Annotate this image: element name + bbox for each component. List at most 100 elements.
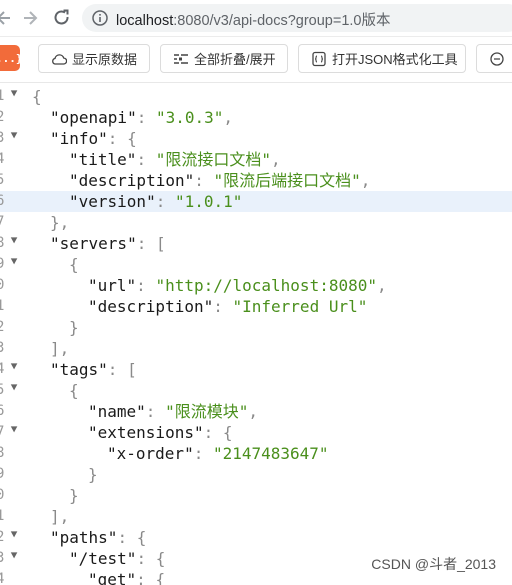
fold-toggle-icon[interactable]: ▼: [11, 529, 18, 540]
fold-toggle-icon[interactable]: ▼: [11, 550, 18, 561]
fold-toggle-icon[interactable]: ▼: [11, 256, 18, 267]
line-number: 2: [0, 319, 5, 335]
address-bar[interactable]: localhost:8080/v3/api-docs?group=1.0版本: [82, 4, 512, 32]
json-string: "限流模块": [165, 402, 249, 421]
line-number: 3: [0, 130, 5, 146]
json-string: "限流接口文档": [155, 150, 271, 169]
fold-toggle-icon[interactable]: ▼: [11, 235, 18, 246]
json-key: "x-order": [107, 444, 194, 463]
site-info-icon[interactable]: [92, 10, 108, 26]
line-number: 4: [0, 151, 5, 167]
json-key: "name": [88, 402, 146, 421]
line-number: 0: [0, 277, 5, 293]
line-number: 8: [0, 235, 5, 251]
json-key: "openapi": [50, 108, 137, 127]
code-line: 1 ▼ {: [0, 86, 512, 107]
code-line: 0 }: [0, 485, 512, 506]
json-string: "Inferred Url": [232, 297, 368, 316]
code-line: 8 ▼ "servers": [: [0, 233, 512, 254]
line-number: 1: [0, 298, 5, 314]
line-number: 6: [0, 403, 5, 419]
code-line: 3 ],: [0, 338, 512, 359]
code-line: 7 ▼ "extensions": {: [0, 422, 512, 443]
tool-icon: [490, 51, 504, 66]
toggle-all-button[interactable]: 全部折叠/展开: [160, 44, 288, 73]
open-formatter-button[interactable]: 打开JSON格式化工具: [298, 44, 466, 73]
json-key: "paths": [50, 528, 118, 547]
json-string: "限流后端接口文档": [213, 171, 361, 190]
code-line: 9 }: [0, 464, 512, 485]
json-key: "title": [69, 150, 137, 169]
line-number: 7: [0, 214, 5, 230]
fold-toggle-icon[interactable]: ▼: [11, 382, 18, 393]
fold-toggle-icon[interactable]: ▼: [11, 130, 18, 141]
json-key: "/test": [69, 549, 137, 568]
code-line: 1 "description": "Inferred Url": [0, 296, 512, 317]
cloud-icon: [52, 53, 67, 65]
json-key: "url": [88, 276, 137, 295]
line-number: 2: [0, 109, 5, 125]
browser-toolbar: localhost:8080/v3/api-docs?group=1.0版本: [0, 0, 512, 37]
back-arrow-icon[interactable]: [0, 8, 14, 28]
json-key: "description": [69, 171, 195, 190]
line-number: 1: [0, 88, 5, 104]
code-line: 9 ▼ {: [0, 254, 512, 275]
code-line-highlighted: 6 "version": "1.0.1": [0, 191, 512, 212]
json-key: "servers": [50, 234, 137, 253]
json-key: "version": [69, 192, 156, 211]
line-number: 4: [0, 361, 5, 377]
line-number: 5: [0, 382, 5, 398]
reload-icon[interactable]: [52, 8, 72, 28]
line-number: 6: [0, 193, 5, 209]
code-line: 2 }: [0, 317, 512, 338]
line-number: 1: [0, 508, 5, 524]
json-code-view: 1 ▼ { 2 "openapi": "3.0.3", 3 ▼ "info": …: [0, 86, 512, 585]
json-string: "1.0.1": [174, 192, 243, 211]
line-number: 9: [0, 466, 5, 482]
code-line: 4 "title": "限流接口文档",: [0, 149, 512, 170]
url-text: localhost:8080/v3/api-docs?group=1.0版本: [116, 9, 390, 30]
code-line: 5 "description": "限流后端接口文档",: [0, 170, 512, 191]
code-line: 2 "openapi": "3.0.3",: [0, 107, 512, 128]
code-line: 2 ▼ "paths": {: [0, 527, 512, 548]
code-line: 1 ],: [0, 506, 512, 527]
open-formatter-label: 打开JSON格式化工具: [332, 52, 458, 67]
json-file-icon: [312, 51, 326, 66]
line-number: 5: [0, 172, 5, 188]
url-path: :8080/v3/api-docs?group=1.0版本: [173, 13, 391, 29]
line-number: 7: [0, 424, 5, 440]
forward-arrow-icon[interactable]: [20, 8, 40, 28]
fold-toggle-icon[interactable]: ▼: [11, 424, 18, 435]
extra-tool-button[interactable]: [476, 44, 512, 73]
code-line: 8 "x-order": "2147483647": [0, 443, 512, 464]
code-line: 4 ▼ "tags": [: [0, 359, 512, 380]
url-host: localhost: [116, 13, 174, 29]
watermark: CSDN @斗者_2013: [371, 556, 496, 572]
line-number: 2: [0, 529, 5, 545]
json-key: "description": [88, 297, 214, 316]
json-string: "http://localhost:8080": [155, 276, 377, 295]
code-line: 3 ▼ "info": {: [0, 128, 512, 149]
code-line: 5 ▼ {: [0, 380, 512, 401]
fold-icon: [174, 53, 188, 64]
code-line: 7 },: [0, 212, 512, 233]
fold-toggle-icon[interactable]: ▼: [11, 361, 18, 372]
line-number: 8: [0, 445, 5, 461]
json-string: "3.0.3": [155, 108, 224, 127]
toggle-all-label: 全部折叠/展开: [194, 52, 276, 67]
json-key: "info": [50, 129, 108, 148]
code-line: 0 "url": "http://localhost:8080",: [0, 275, 512, 296]
brace: {: [32, 87, 42, 106]
json-key: "get": [88, 570, 137, 585]
json-key: "extensions": [88, 423, 204, 442]
code-line: 6 "name": "限流模块",: [0, 401, 512, 422]
fold-toggle-icon[interactable]: ▼: [11, 88, 18, 99]
line-number: 4: [0, 571, 5, 585]
line-number: 3: [0, 550, 5, 566]
json-viewer-logo[interactable]: {...}: [0, 45, 23, 71]
json-string: "2147483647": [212, 444, 329, 463]
line-number: 3: [0, 340, 5, 356]
show-raw-label: 显示原数据: [72, 52, 138, 67]
line-number: 9: [0, 256, 5, 272]
show-raw-button[interactable]: 显示原数据: [38, 44, 150, 73]
